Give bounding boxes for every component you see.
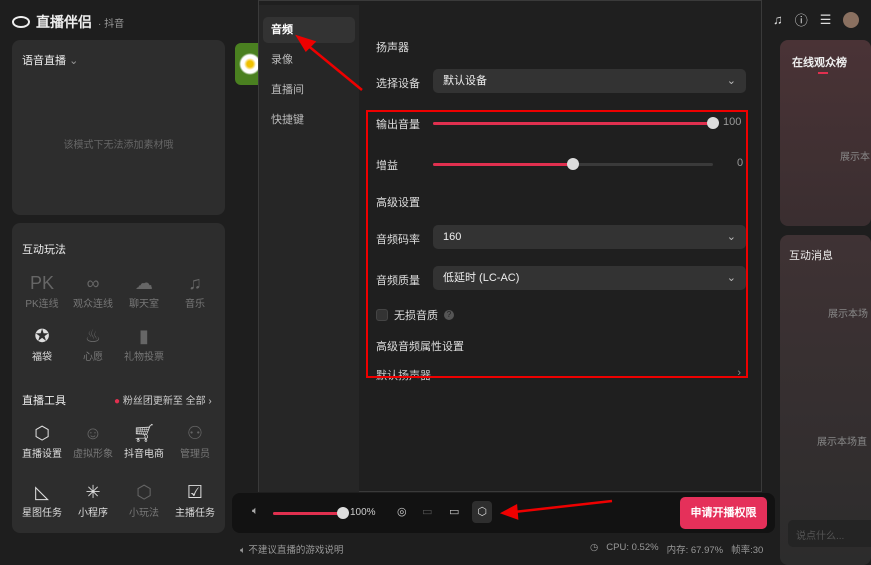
arrowhead — [499, 503, 519, 520]
arrow-to-settings — [513, 499, 613, 514]
arrow-to-audio-tab — [305, 43, 363, 91]
annotation-arrows — [295, 34, 613, 520]
